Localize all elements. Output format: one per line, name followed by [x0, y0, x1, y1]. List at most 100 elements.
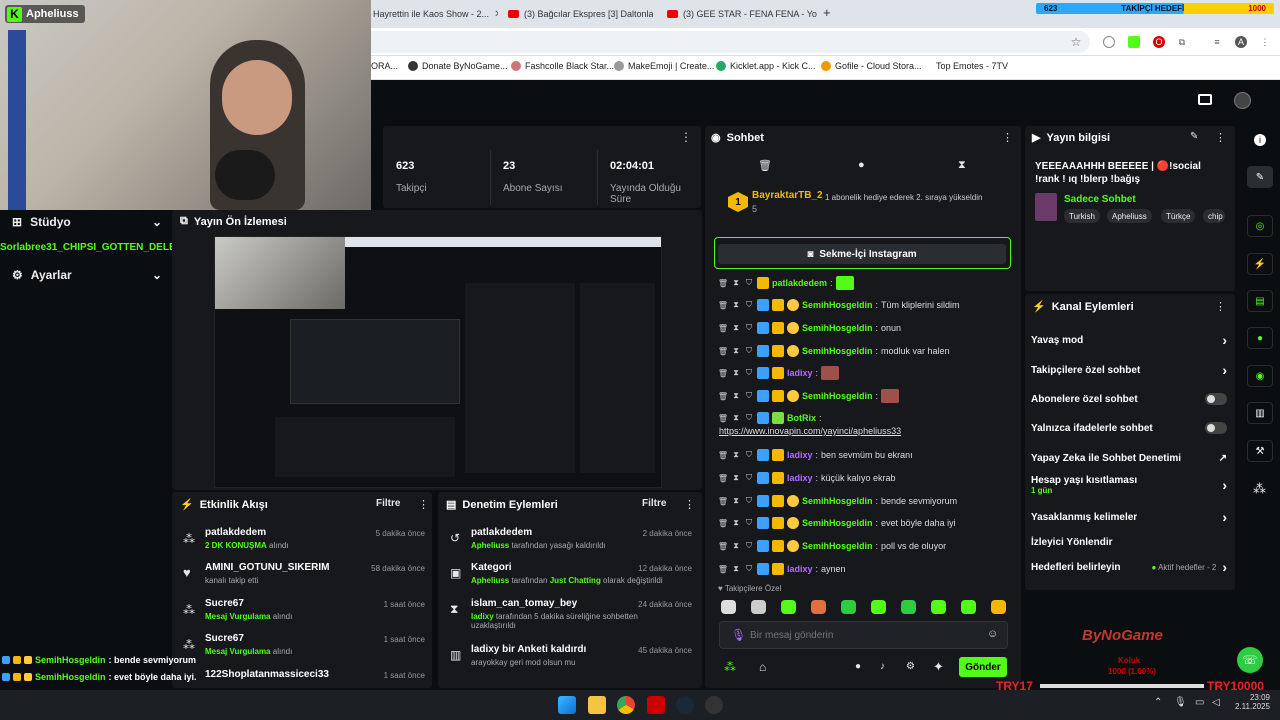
close-icon[interactable]: ✕ — [494, 9, 498, 20]
emote[interactable] — [931, 600, 946, 614]
channel-action[interactable]: Abonelere özel sohbet — [1031, 390, 1227, 408]
chat-username[interactable]: SemihHosgeldin — [802, 300, 873, 310]
emote[interactable] — [871, 600, 886, 614]
opera-icon[interactable]: O — [1153, 36, 1165, 48]
trash-icon[interactable]: 🗑 — [718, 450, 728, 460]
wrench-icon[interactable]: ⚒ — [1247, 440, 1273, 462]
tag-pill[interactable]: chip — [1203, 209, 1225, 223]
hourglass-icon[interactable]: ⧗ — [731, 564, 741, 574]
bot-link[interactable]: https://www.inovapin.com/yayinci/apheliu… — [719, 426, 901, 436]
shield-icon[interactable]: ⛉ — [744, 541, 754, 551]
lightning-icon[interactable]: ⚡ — [1247, 253, 1273, 275]
channel-action[interactable]: Yalnızca ifadelerle sohbet — [1031, 419, 1227, 437]
more-icon[interactable]: ⋮ — [1002, 131, 1013, 144]
chat-username[interactable]: BotRix — [787, 413, 816, 423]
chevron-right-icon[interactable]: › — [1222, 477, 1227, 493]
support-icon[interactable]: ☏ — [1237, 647, 1263, 673]
bookmark[interactable]: ORA... — [371, 61, 398, 71]
chat-bubble-icon[interactable]: ● — [1247, 327, 1273, 349]
hourglass-icon[interactable]: ⧗ — [731, 346, 741, 356]
hourglass-icon[interactable]: ⧗ — [731, 450, 741, 460]
app-icon[interactable] — [647, 696, 665, 714]
apps-icon[interactable]: ⁂ — [1253, 481, 1266, 497]
bell-icon[interactable]: ♪ — [880, 661, 885, 672]
emote[interactable] — [991, 600, 1006, 614]
more-icon[interactable]: ⋮ — [684, 498, 695, 511]
chat-bubble-icon[interactable]: ● — [855, 661, 861, 672]
points-icon[interactable]: ⁂ — [724, 660, 736, 674]
media-icon[interactable]: ≡ — [1211, 36, 1223, 48]
more-icon[interactable]: ⋮ — [1215, 131, 1226, 144]
windows-start-icon[interactable] — [558, 696, 576, 714]
chat-username[interactable]: SemihHosgeldin — [802, 346, 873, 356]
shield-icon[interactable]: ⛉ — [744, 300, 754, 310]
target-icon[interactable]: ◎ — [1247, 215, 1273, 237]
trash-icon[interactable]: 🗑 — [718, 391, 728, 401]
more-icon[interactable]: ⋮ — [680, 130, 692, 144]
trash-icon[interactable]: 🗑 — [718, 368, 728, 378]
trash-icon[interactable]: 🗑 — [718, 323, 728, 333]
menu-icon[interactable]: ⋮ — [1259, 36, 1271, 48]
bookmark[interactable]: Top Emotes - 7TV — [936, 61, 1008, 71]
send-button[interactable]: Gönder — [959, 657, 1007, 677]
shield-icon[interactable]: ⛉ — [744, 450, 754, 460]
chevron-right-icon[interactable]: › — [1222, 332, 1227, 348]
shield-icon[interactable]: ⛉ — [744, 496, 754, 506]
user-avatar[interactable] — [1234, 92, 1251, 109]
steam-icon[interactable] — [676, 696, 694, 714]
chat-username[interactable]: SemihHosgeldin — [802, 391, 873, 401]
channel-action[interactable]: Hedefleri belirleyin ● Aktif hedefler - 2… — [1031, 558, 1227, 576]
hourglass-icon[interactable]: ⧗ — [731, 541, 741, 551]
channel-action[interactable]: Yavaş mod › — [1031, 331, 1227, 349]
hourglass-icon[interactable]: ⧗ — [731, 391, 741, 401]
file-explorer-icon[interactable] — [588, 696, 606, 714]
chevron-up-icon[interactable]: ⌃ — [1154, 697, 1162, 708]
shield-icon[interactable]: ⛉ — [744, 518, 754, 528]
trash-icon[interactable]: 🗑 — [718, 518, 728, 528]
layout-icon[interactable]: ▥ — [1247, 402, 1273, 424]
external-link-icon[interactable]: ↗ — [1219, 453, 1227, 464]
browser-tab[interactable]: (3) GEE STAR - FENA FENA - Yo...✕ — [667, 4, 817, 24]
store-icon[interactable]: ⌂ — [759, 660, 766, 674]
emote[interactable] — [961, 600, 976, 614]
channel-action[interactable]: İzleyici Yönlendir — [1031, 533, 1227, 551]
trash-icon[interactable]: 🗑 — [718, 346, 728, 356]
chat-username[interactable]: ladixy — [787, 450, 813, 460]
trash-icon[interactable]: 🗑 — [718, 541, 728, 551]
more-icon[interactable]: ⋮ — [1215, 300, 1226, 313]
chat-username[interactable]: ladixy — [787, 473, 813, 483]
trash-icon[interactable]: 🗑 — [718, 300, 728, 310]
emote[interactable] — [841, 600, 856, 614]
url-field[interactable] — [360, 31, 1090, 53]
volume-icon[interactable]: ◁ — [1212, 697, 1220, 708]
pinned-user[interactable]: BayraktarTB_2 — [752, 190, 823, 201]
hourglass-icon[interactable]: ⧗ — [958, 159, 966, 172]
chat-username[interactable]: patlakdedem — [772, 278, 827, 288]
trash-icon[interactable]: 🗑 — [718, 496, 728, 506]
stream-preview[interactable] — [214, 236, 662, 488]
stream-icon[interactable] — [1198, 94, 1212, 105]
hourglass-icon[interactable]: ⧗ — [731, 323, 741, 333]
channel-action[interactable]: Hesap yaşı kısıtlaması 1 gün › — [1031, 475, 1227, 495]
nav-studio[interactable]: ⊞ Stüdyo ⌄ — [12, 212, 162, 232]
shield-icon[interactable]: ⛉ — [744, 346, 754, 356]
kick-extension-icon[interactable] — [1128, 36, 1140, 48]
shield-icon[interactable] — [1103, 36, 1115, 48]
stream-category[interactable]: Sadece Sohbet — [1064, 194, 1136, 205]
edit-icon[interactable]: ✎ — [1190, 131, 1198, 142]
tag-pill[interactable]: Turkish — [1064, 209, 1100, 223]
hourglass-icon[interactable]: ⧗ — [731, 278, 741, 288]
chat-username[interactable]: SemihHosgeldin — [802, 541, 873, 551]
emote[interactable] — [721, 600, 736, 614]
mic-icon[interactable]: 🎙 — [1174, 697, 1187, 708]
hourglass-icon[interactable]: ⧗ — [731, 473, 741, 483]
emoji-icon[interactable]: ☺ — [987, 628, 998, 640]
bookmark[interactable]: Gofile - Cloud Stora... — [821, 61, 922, 71]
emote[interactable] — [781, 600, 796, 614]
info-icon[interactable]: i — [1254, 134, 1266, 146]
trash-icon[interactable]: 🗑 — [718, 473, 728, 483]
channel-action[interactable]: Yapay Zeka ile Sohbet Denetimi ↗ — [1031, 449, 1227, 467]
mod-target[interactable]: islam_can_tomay_bey — [471, 598, 651, 609]
chat-username[interactable]: SemihHosgeldin — [802, 323, 873, 333]
more-icon[interactable]: ⋮ — [418, 498, 429, 511]
